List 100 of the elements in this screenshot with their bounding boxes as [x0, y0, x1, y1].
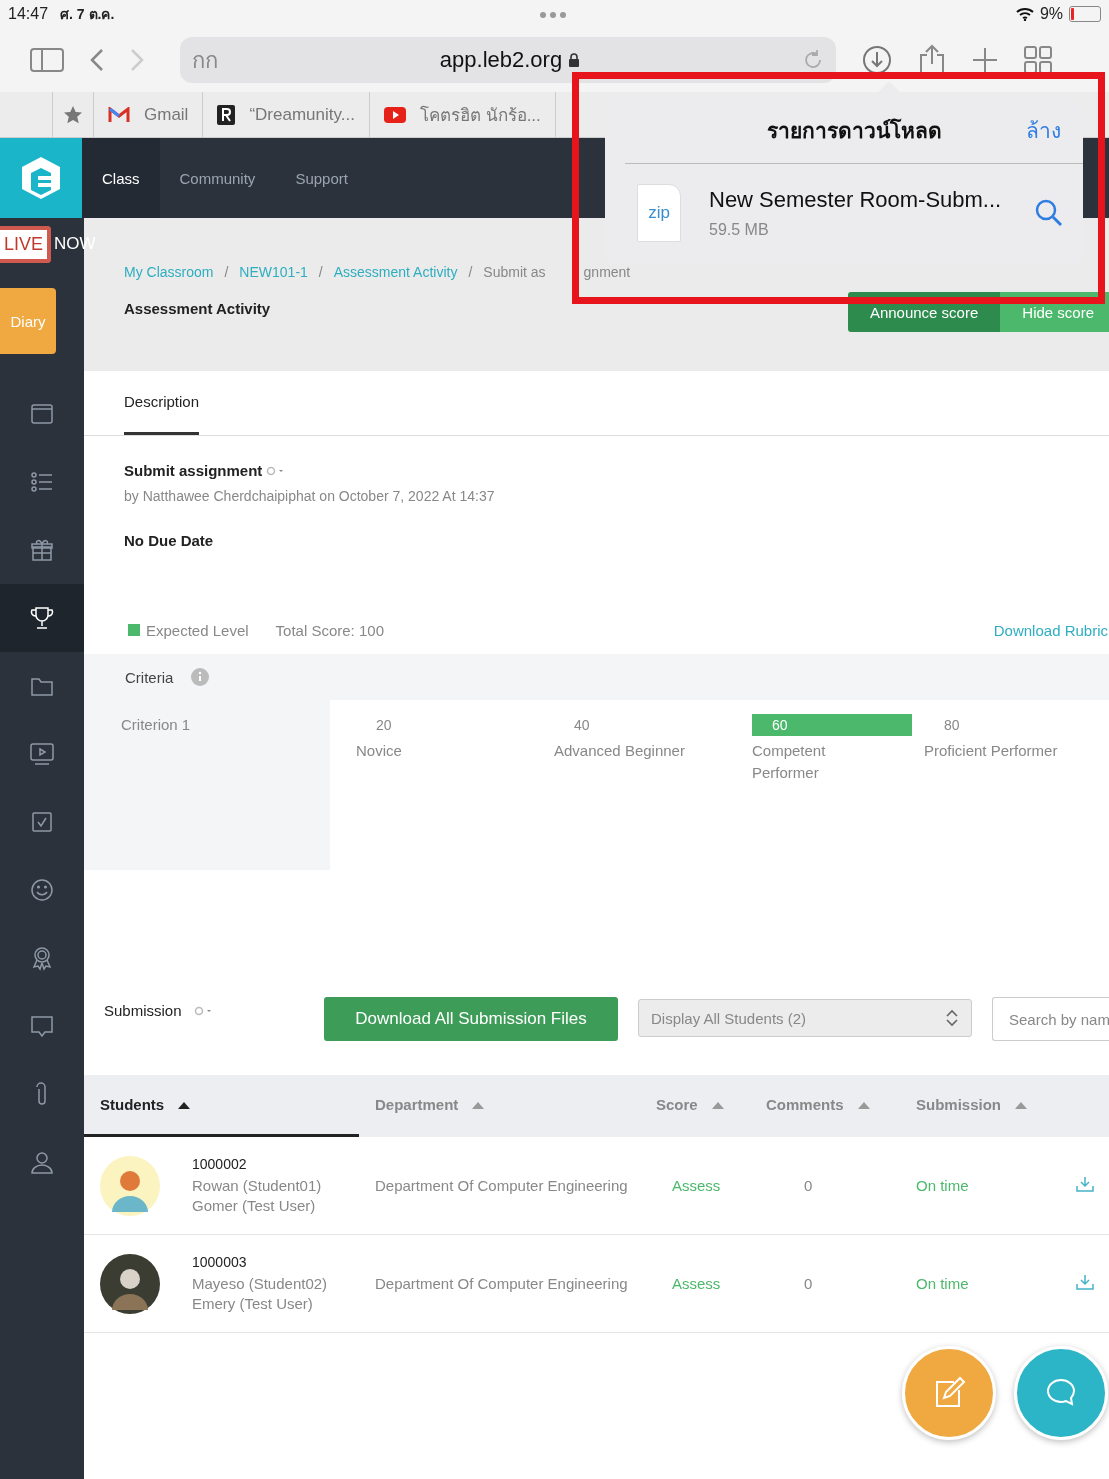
star-icon[interactable] — [63, 104, 83, 125]
criteria-header: Criteria — [125, 668, 174, 686]
content-tab[interactable]: Description — [124, 371, 200, 435]
breadcrumb-link[interactable]: NEW101-1 — [239, 264, 308, 280]
student-filter-select[interactable]: Display All Students (2) — [638, 999, 972, 1037]
battery-icon — [1069, 6, 1101, 22]
reload-icon[interactable] — [802, 49, 824, 71]
breadcrumb-fragment: gnment — [583, 264, 631, 280]
comments-count: 0 — [803, 1177, 814, 1194]
gear-icon[interactable] — [266, 465, 285, 476]
nav-tab[interactable]: Class — [82, 138, 160, 218]
download-icon[interactable] — [1076, 1176, 1094, 1192]
download-rubric-link[interactable]: Download Rubric — [993, 621, 1108, 639]
bookmark-link[interactable]: โคตรฮิต นักร้อ... — [419, 101, 541, 128]
avatar — [100, 1253, 160, 1314]
lock-icon — [568, 53, 581, 67]
r-logo-icon — [217, 104, 236, 125]
checkbox-icon — [29, 809, 55, 835]
chat-button[interactable] — [1014, 1346, 1108, 1440]
live-badge[interactable]: LIVE — [0, 225, 52, 263]
sort-arrow-icon[interactable] — [178, 1100, 191, 1109]
level-label: Novice — [356, 741, 403, 761]
nav-tab[interactable]: Support — [275, 138, 368, 218]
student-name: Mayeso (Student02) — [192, 1273, 328, 1294]
trophy-icon — [29, 605, 55, 631]
comments-count: 0 — [803, 1275, 814, 1292]
submission-status: On time — [915, 1275, 970, 1292]
search-field[interactable]: Search by nam — [992, 997, 1109, 1041]
multitask-dots-icon[interactable] — [540, 12, 566, 18]
level-label: Competent Performer — [752, 741, 827, 783]
clear-button[interactable]: ล้าง — [1026, 113, 1061, 147]
student-name: Emery (Test User) — [192, 1293, 314, 1314]
breadcrumb-separator: / — [468, 264, 473, 280]
tabs-grid-icon[interactable] — [1024, 46, 1052, 74]
column-header[interactable]: Department — [359, 1075, 640, 1137]
info-icon[interactable] — [191, 668, 210, 686]
due-date: No Due Date — [124, 532, 215, 549]
page-title: Assessment Activity — [124, 300, 271, 317]
file-name[interactable]: New Semester Room-Subm... — [709, 187, 1035, 213]
student-id: 1000002 — [192, 1155, 248, 1172]
submission-status: On time — [915, 1177, 970, 1194]
bookmark-link[interactable]: “Dreamunity... — [249, 104, 355, 125]
column-header[interactable]: Submission — [900, 1075, 1109, 1137]
edit-button[interactable] — [902, 1346, 996, 1440]
department-cell-text: Department Of Computer Engineering — [374, 1275, 629, 1292]
student-id: 1000003 — [192, 1253, 248, 1270]
download-icon[interactable] — [862, 45, 892, 75]
assignment-title: Submit assignment — [124, 462, 263, 479]
sidebar-icon[interactable] — [30, 48, 64, 72]
breadcrumb-separator: / — [224, 264, 229, 280]
level-score: 60 — [752, 714, 912, 736]
level-score: 40 — [573, 716, 591, 735]
list-icon — [29, 469, 55, 495]
file-size: 59.5 MB — [709, 221, 770, 239]
column-header[interactable]: Score — [640, 1075, 750, 1137]
back-icon[interactable] — [90, 48, 104, 72]
plus-icon[interactable] — [972, 47, 998, 73]
level-label: Proficient Performer — [924, 741, 1059, 761]
legend-label: Expected Level — [146, 621, 249, 639]
speech-bubble-icon — [29, 1013, 55, 1039]
logo-icon[interactable] — [0, 138, 82, 218]
status-date: ศ. 7 ต.ค. — [60, 5, 115, 24]
legend-swatch — [128, 624, 140, 636]
breadcrumb-separator: / — [318, 264, 323, 280]
mail-icon — [108, 106, 130, 123]
assess-link[interactable]: Assess — [672, 1177, 721, 1194]
level-score: 20 — [375, 716, 393, 735]
column-header[interactable]: Students — [84, 1075, 359, 1137]
updown-chevron-icon — [945, 1009, 959, 1027]
gear-icon[interactable] — [193, 1005, 212, 1016]
status-battery-text: 9% — [1039, 5, 1063, 23]
assess-link[interactable]: Assess — [672, 1275, 721, 1292]
column-header[interactable]: Comments — [750, 1075, 900, 1137]
play-screen-icon — [29, 741, 55, 767]
play-logo-icon — [383, 106, 406, 123]
avatar — [100, 1155, 160, 1216]
wifi-icon — [1015, 7, 1034, 21]
sidebar-item[interactable] — [0, 584, 84, 652]
gift-icon — [29, 537, 55, 563]
breadcrumb-current: Submit as — [483, 264, 546, 280]
popover-title: รายการดาวน์โหลด — [766, 117, 942, 144]
window-icon — [29, 401, 55, 427]
student-name: Rowan (Student01) — [192, 1175, 322, 1196]
bookmark-link[interactable]: Gmail — [144, 104, 189, 125]
search-icon[interactable] — [1035, 199, 1063, 227]
address-field[interactable]: กก app.leb2.org — [180, 37, 836, 83]
download-icon[interactable] — [1076, 1274, 1094, 1290]
breadcrumb-link[interactable]: My Classroom — [124, 264, 214, 280]
status-time: 14:47 — [8, 5, 49, 23]
nav-tab[interactable]: Community — [159, 138, 276, 218]
level-score: 80 — [943, 716, 961, 735]
download-all-button[interactable]: Download All Submission Files — [324, 997, 618, 1041]
file-icon: zip — [637, 184, 681, 242]
total-score: Total Score: 100 — [275, 621, 384, 639]
diary-button[interactable]: Diary — [0, 288, 56, 354]
criterion-name: Criterion 1 — [121, 716, 191, 733]
smile-icon — [29, 877, 55, 903]
breadcrumb-link[interactable]: Assessment Activity — [333, 264, 458, 280]
student-name: Gomer (Test User) — [192, 1195, 317, 1216]
submission-label: Submission — [104, 1002, 182, 1019]
